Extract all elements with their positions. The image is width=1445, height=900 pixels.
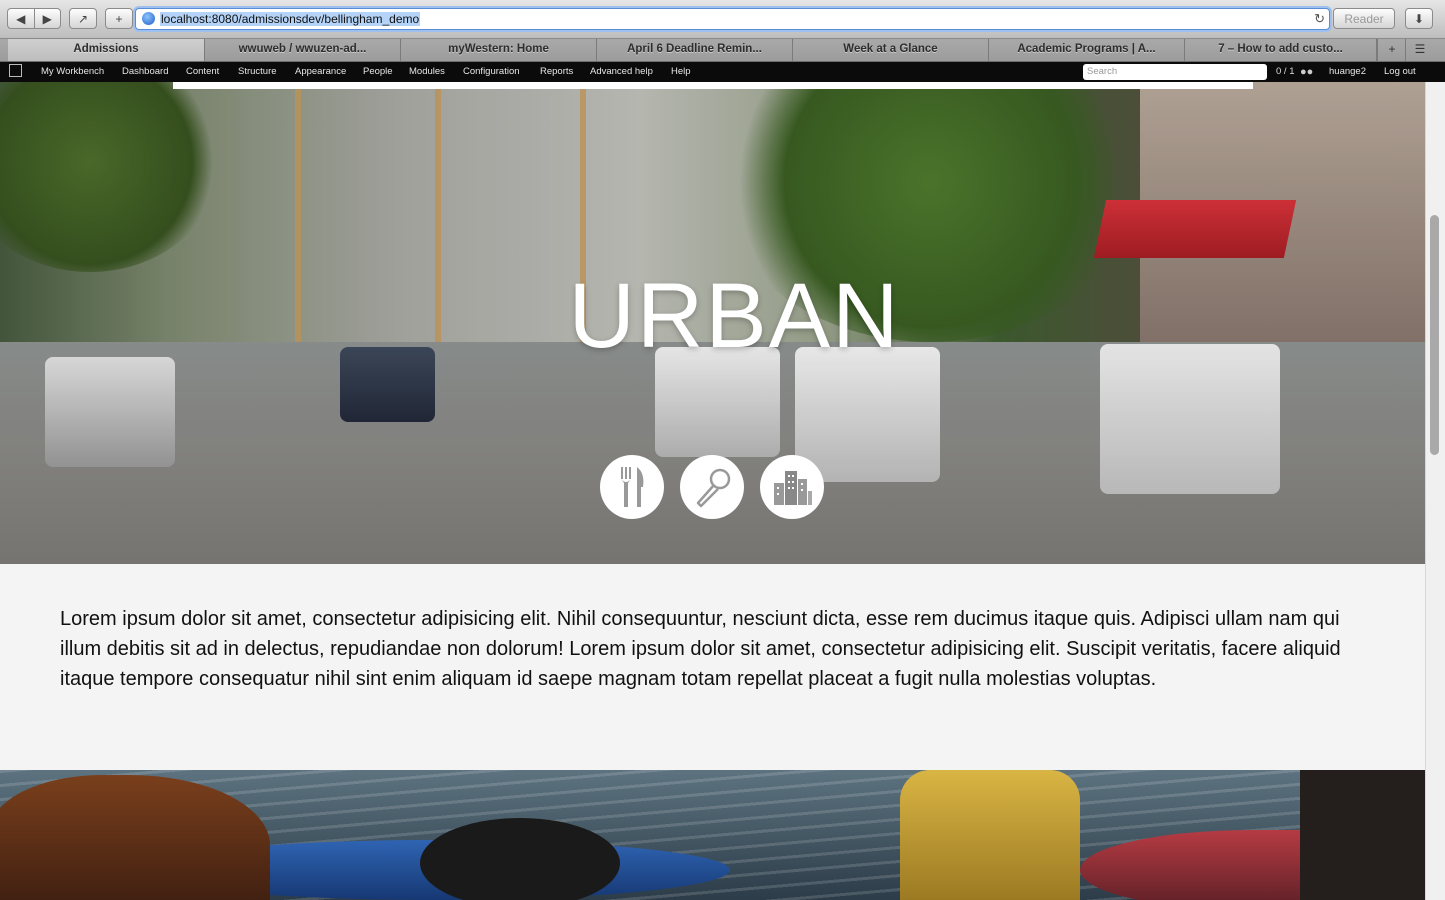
menu-advanced-help[interactable]: Advanced help xyxy=(590,62,653,82)
new-tab-plus-icon[interactable]: + xyxy=(105,8,133,29)
tab-list-icon[interactable]: ☰ xyxy=(1405,39,1434,61)
forward-arrow-icon[interactable]: ▶ xyxy=(35,9,61,28)
reload-icon[interactable]: ↻ xyxy=(1314,11,1325,27)
header-strip xyxy=(173,82,1253,89)
menu-appearance[interactable]: Appearance xyxy=(295,62,346,82)
tab-wwuweb[interactable]: wwuweb / wwuzen-ad... xyxy=(205,39,401,61)
hero-banner: URBAN xyxy=(0,82,1425,564)
add-tab-icon[interactable]: + xyxy=(1377,39,1406,61)
globe-icon xyxy=(142,12,155,25)
menu-structure[interactable]: Structure xyxy=(238,62,277,82)
buildings-icon[interactable] xyxy=(760,455,824,519)
download-icon[interactable]: ⬇ xyxy=(1405,8,1433,29)
menu-username[interactable]: huange2 xyxy=(1329,62,1366,82)
tab-how-to-add[interactable]: 7 – How to add custo... xyxy=(1185,39,1377,61)
tab-academic-programs[interactable]: Academic Programs | A... xyxy=(989,39,1185,61)
fork-knife-icon[interactable] xyxy=(600,455,664,519)
intro-paragraph: Lorem ipsum dolor sit amet, consectetur … xyxy=(60,608,1341,690)
url-text[interactable]: localhost:8080/admissionsdev/bellingham_… xyxy=(160,12,421,26)
tab-mywestern[interactable]: myWestern: Home xyxy=(401,39,597,61)
share-icon[interactable]: ↗ xyxy=(69,8,97,29)
page-scrollbar[interactable] xyxy=(1425,82,1445,900)
reader-button[interactable]: Reader xyxy=(1333,8,1395,29)
menu-people[interactable]: People xyxy=(363,62,393,82)
nav-buttons: ◀ ▶ xyxy=(7,8,61,29)
tab-deadline[interactable]: April 6 Deadline Remin... xyxy=(597,39,793,61)
user-count[interactable]: 0 / 1 xyxy=(1276,62,1295,82)
hero-icon-row xyxy=(600,455,826,519)
menu-logout[interactable]: Log out xyxy=(1384,62,1416,82)
shortcut-toggle-icon[interactable] xyxy=(9,64,22,77)
kayak-photo xyxy=(0,770,1425,900)
menu-configuration[interactable]: Configuration xyxy=(463,62,520,82)
microphone-icon[interactable] xyxy=(680,455,744,519)
hero-title: URBAN xyxy=(568,265,901,367)
menu-content[interactable]: Content xyxy=(186,62,219,82)
scrollbar-thumb[interactable] xyxy=(1430,215,1439,455)
admin-search-input[interactable]: Search xyxy=(1083,64,1267,80)
tab-bar: Admissions wwuweb / wwuzen-ad... myWeste… xyxy=(0,39,1445,62)
admin-menu-bar: My Workbench Dashboard Content Structure… xyxy=(0,62,1445,82)
menu-reports[interactable]: Reports xyxy=(540,62,573,82)
menu-help[interactable]: Help xyxy=(671,62,691,82)
menu-my-workbench[interactable]: My Workbench xyxy=(41,62,104,82)
back-arrow-icon[interactable]: ◀ xyxy=(8,9,35,28)
address-bar[interactable]: localhost:8080/admissionsdev/bellingham_… xyxy=(135,8,1330,30)
menu-modules[interactable]: Modules xyxy=(409,62,445,82)
menu-dashboard[interactable]: Dashboard xyxy=(122,62,168,82)
tab-week-at-a-glance[interactable]: Week at a Glance xyxy=(793,39,989,61)
browser-toolbar: ◀ ▶ ↗ + localhost:8080/admissionsdev/bel… xyxy=(0,0,1445,39)
tab-admissions[interactable]: Admissions xyxy=(8,39,205,61)
users-icon: ●● xyxy=(1300,66,1314,78)
